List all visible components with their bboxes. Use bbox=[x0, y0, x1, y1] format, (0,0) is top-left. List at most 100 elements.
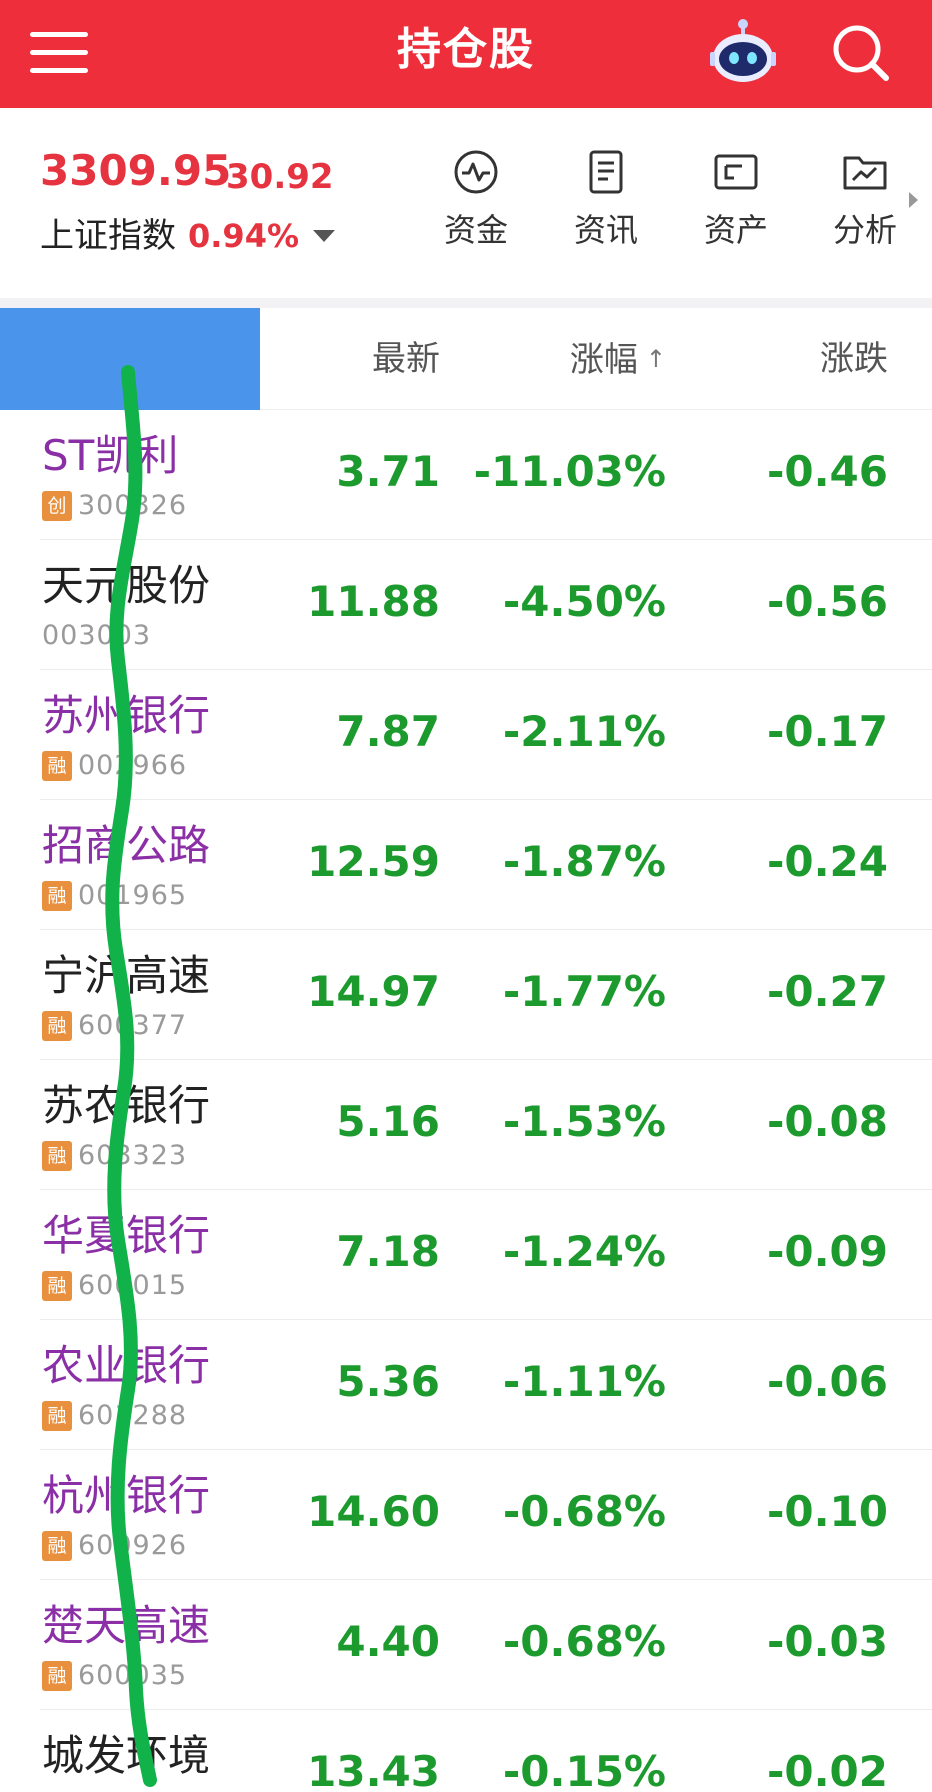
stock-code: 002966 bbox=[78, 750, 188, 781]
stock-badge: 融 bbox=[42, 1531, 72, 1561]
shortcut-analysis[interactable]: 分析 bbox=[815, 148, 915, 268]
stock-code-row: 003003 bbox=[42, 620, 151, 652]
index-selector[interactable]: 上证指数 0.94% bbox=[40, 212, 336, 260]
stock-code-row: 融 600015 bbox=[42, 1270, 187, 1302]
shortcut-label: 资金 bbox=[443, 211, 508, 249]
table-row[interactable]: ST凯利创 300326 3.71 -11.03% -0.46 bbox=[0, 410, 932, 540]
stock-code-row: 融 001965 bbox=[42, 880, 187, 912]
stock-latest-price: 3.71 bbox=[336, 447, 440, 496]
stock-badge: 融 bbox=[42, 751, 72, 781]
top-app-bar: 持仓股 bbox=[0, 0, 932, 108]
stock-latest-price: 7.87 bbox=[336, 707, 440, 756]
shortcut-assets[interactable]: 资产 bbox=[686, 148, 786, 268]
table-row[interactable]: 招商公路融 001965 12.59 -1.87% -0.24 bbox=[0, 800, 932, 930]
shortcut-label: 资讯 bbox=[573, 211, 638, 249]
stock-code: 600035 bbox=[78, 1660, 188, 1691]
column-header-latest[interactable]: 最新 bbox=[372, 338, 440, 380]
stock-change-percent: -0.68% bbox=[502, 1617, 666, 1666]
stock-name: 苏州银行 bbox=[42, 691, 211, 740]
column-label: 涨跌 bbox=[820, 339, 888, 379]
stock-badge: 融 bbox=[42, 1661, 72, 1691]
shortcut-funds[interactable]: 资金 bbox=[426, 148, 526, 268]
stock-name: 杭州银行 bbox=[42, 1471, 211, 1520]
stock-code-row: 融 601288 bbox=[42, 1400, 187, 1432]
table-row[interactable]: 杭州银行融 600926 14.60 -0.68% -0.10 bbox=[0, 1450, 932, 1580]
table-row[interactable]: 天元股份 003003 11.88 -4.50% -0.56 bbox=[0, 540, 932, 670]
robot-icon[interactable] bbox=[708, 18, 778, 88]
holdings-list: ST凯利创 300326 3.71 -11.03% -0.46 天元股份 003003 11.… bbox=[0, 410, 932, 1792]
column-header-change[interactable]: 涨跌 bbox=[820, 338, 888, 380]
table-row[interactable]: 宁沪高速融 600377 14.97 -1.77% -0.27 bbox=[0, 930, 932, 1060]
search-icon[interactable] bbox=[826, 18, 896, 88]
shortcut-news[interactable]: 资讯 bbox=[556, 148, 656, 268]
stock-code: 300326 bbox=[78, 490, 188, 521]
table-row[interactable]: 华夏银行融 600015 7.18 -1.24% -0.09 bbox=[0, 1190, 932, 1320]
stock-change: -0.09 bbox=[766, 1227, 888, 1276]
page-title: 持仓股 bbox=[397, 24, 535, 75]
stock-change-percent: -1.11% bbox=[502, 1357, 666, 1406]
stock-badge: 融 bbox=[42, 1271, 72, 1301]
name-column-header[interactable] bbox=[0, 308, 260, 410]
stock-name: 华夏银行 bbox=[42, 1211, 211, 1260]
stock-code: 600015 bbox=[78, 1270, 188, 1301]
table-row[interactable]: 农业银行融 601288 5.36 -1.11% -0.06 bbox=[0, 1320, 932, 1450]
stock-latest-price: 4.40 bbox=[336, 1617, 440, 1666]
stock-badge: 融 bbox=[42, 881, 72, 911]
column-header-pct[interactable]: 涨幅 ↑ bbox=[570, 338, 666, 381]
stock-code-row: 融 002966 bbox=[42, 750, 187, 782]
stock-name: 农业银行 bbox=[42, 1341, 211, 1390]
stock-name: 天元股份 bbox=[42, 561, 211, 610]
stock-change-percent: -1.87% bbox=[502, 837, 666, 886]
stock-code-row: 融 603323 bbox=[42, 1140, 187, 1172]
sort-up-icon: ↑ bbox=[645, 345, 666, 373]
shortcut-label: 资产 bbox=[703, 211, 768, 249]
shortcut-label: 分析 bbox=[832, 211, 897, 249]
table-row[interactable]: 楚天高速融 600035 4.40 -0.68% -0.03 bbox=[0, 1580, 932, 1710]
stock-code-row: 创 300326 bbox=[42, 490, 187, 522]
stock-change: -0.24 bbox=[766, 837, 888, 886]
wallet-icon bbox=[714, 154, 758, 190]
stock-name: 招商公路 bbox=[42, 821, 211, 870]
stock-change-percent: -2.11% bbox=[502, 707, 666, 756]
stock-change: -0.17 bbox=[766, 707, 888, 756]
stock-name: 楚天高速 bbox=[42, 1601, 211, 1650]
column-label: 最新 bbox=[372, 339, 440, 379]
stock-change: -0.46 bbox=[766, 447, 888, 496]
stock-change: -0.08 bbox=[766, 1097, 888, 1146]
stock-name: 城发环境 bbox=[42, 1731, 211, 1780]
stock-badge: 融 bbox=[42, 1401, 72, 1431]
stock-name: 苏农银行 bbox=[42, 1081, 211, 1130]
pulse-icon bbox=[454, 150, 498, 194]
stock-latest-price: 14.97 bbox=[307, 967, 440, 1016]
table-row[interactable]: 城发环境 13.43 -0.15% -0.02 bbox=[0, 1710, 932, 1792]
table-row[interactable]: 苏农银行融 603323 5.16 -1.53% -0.08 bbox=[0, 1060, 932, 1190]
column-label: 涨幅 bbox=[569, 340, 638, 380]
stock-code: 001965 bbox=[78, 880, 188, 911]
stock-latest-price: 13.43 bbox=[307, 1747, 440, 1792]
index-name: 上证指数 bbox=[40, 216, 176, 256]
table-header: 最新 涨幅 ↑ 涨跌 bbox=[0, 308, 932, 410]
stock-code: 601288 bbox=[78, 1400, 188, 1431]
table-row[interactable]: 苏州银行融 002966 7.87 -2.11% -0.17 bbox=[0, 670, 932, 800]
stock-badge: 融 bbox=[42, 1141, 72, 1171]
stock-change-percent: -1.53% bbox=[502, 1097, 666, 1146]
stock-code: 003003 bbox=[42, 620, 152, 651]
stock-code-row: 融 600377 bbox=[42, 1010, 187, 1042]
document-icon bbox=[589, 150, 623, 194]
stock-latest-price: 7.18 bbox=[336, 1227, 440, 1276]
stock-code-row: 融 600035 bbox=[42, 1660, 187, 1692]
caret-down-icon bbox=[313, 230, 336, 242]
stock-latest-price: 5.16 bbox=[336, 1097, 440, 1146]
stock-latest-price: 14.60 bbox=[307, 1487, 440, 1536]
stock-change-percent: -11.03% bbox=[473, 447, 666, 496]
chevron-right-icon[interactable] bbox=[909, 192, 918, 208]
stock-latest-price: 11.88 bbox=[307, 577, 440, 626]
stock-latest-price: 12.59 bbox=[307, 837, 440, 886]
stock-change: -0.56 bbox=[766, 577, 888, 626]
menu-icon[interactable] bbox=[30, 30, 92, 78]
stock-code: 600377 bbox=[78, 1010, 188, 1041]
index-percent: 0.94% bbox=[188, 217, 300, 255]
section-divider bbox=[0, 298, 932, 308]
stock-latest-price: 5.36 bbox=[336, 1357, 440, 1406]
stock-change: -0.10 bbox=[766, 1487, 888, 1536]
